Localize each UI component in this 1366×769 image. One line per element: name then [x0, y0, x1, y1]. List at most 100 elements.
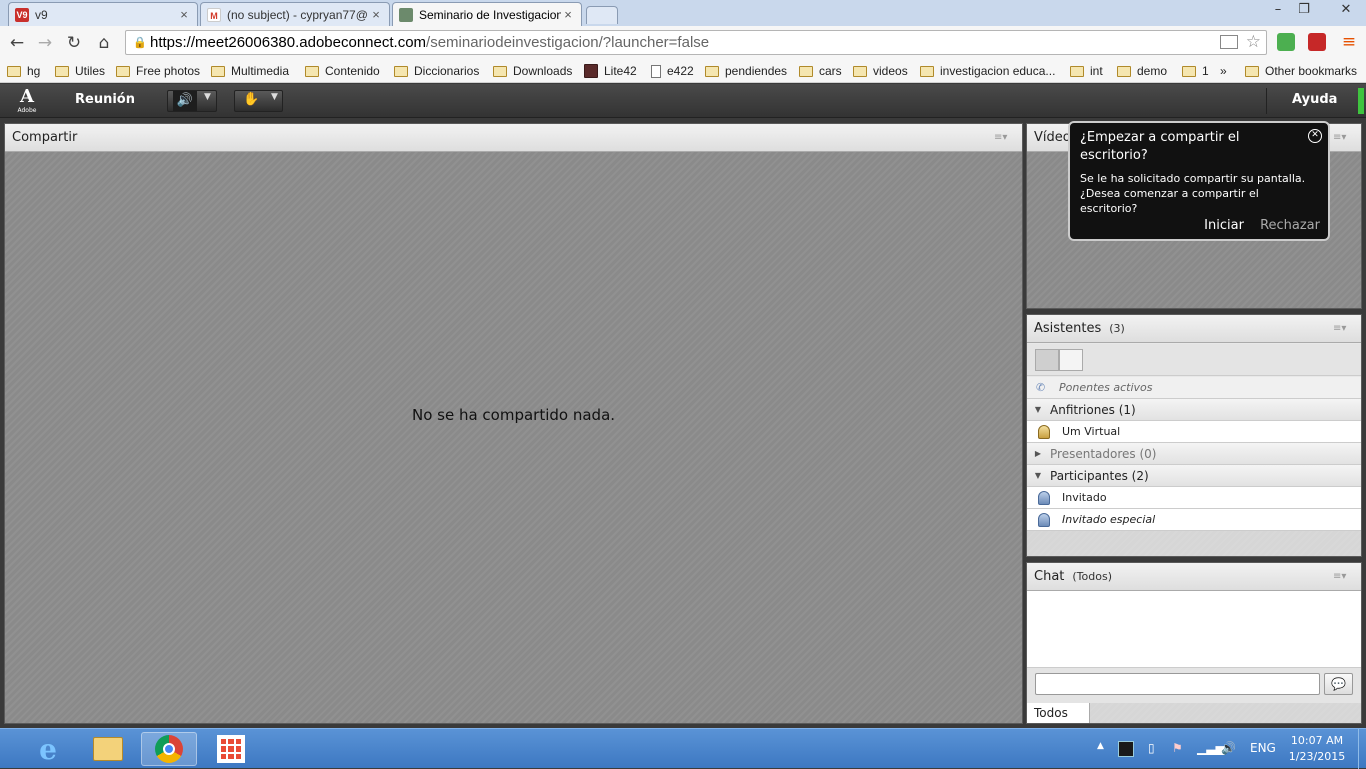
pod-options-icon[interactable]: ≡▾: [1333, 572, 1349, 582]
attendee-row[interactable]: Invitado especial: [1027, 509, 1361, 531]
list-view-icon[interactable]: [1035, 349, 1059, 371]
cast-icon[interactable]: [1220, 35, 1238, 49]
show-desktop-button[interactable]: [1358, 729, 1366, 769]
browser-tab-v9[interactable]: V9 v9 ×: [8, 2, 198, 26]
bookmark-contenido[interactable]: Contenido: [305, 63, 380, 79]
minimize-window-icon[interactable]: –: [1265, 2, 1291, 20]
video-pod-title: Vídeo: [1034, 130, 1071, 145]
help-menu[interactable]: Ayuda: [1292, 92, 1337, 107]
volume-icon[interactable]: 🔊: [1221, 741, 1236, 755]
chat-scope: (Todos): [1072, 570, 1112, 583]
hosts-group-row[interactable]: ▼ Anfitriones (1): [1027, 399, 1361, 421]
speaker-icon: 🔊: [173, 91, 197, 111]
bookmark-label: 1: [1202, 64, 1209, 78]
pod-options-icon[interactable]: ≡▾: [1333, 324, 1349, 334]
share-desktop-prompt: ¿Empezar a compartir el escritorio? Se l…: [1068, 121, 1330, 241]
attendee-row[interactable]: Invitado: [1027, 487, 1361, 509]
chrome-menu-icon[interactable]: ≡: [1340, 33, 1358, 51]
attendee-row[interactable]: Um Virtual: [1027, 421, 1361, 443]
bookmarks-overflow[interactable]: »: [1220, 63, 1227, 79]
chat-message-input[interactable]: [1035, 673, 1320, 695]
back-arrow-icon[interactable]: ←: [6, 32, 28, 54]
chat-tab-all[interactable]: Todos: [1027, 703, 1090, 723]
power-icon[interactable]: ▯: [1148, 741, 1155, 755]
bookmark-demo[interactable]: demo: [1117, 63, 1167, 79]
browser-tab-seminario[interactable]: Seminario de Investigacion ×: [392, 2, 582, 26]
internet-explorer-taskbar-button[interactable]: e: [20, 732, 76, 766]
internet-explorer-icon: e: [39, 732, 57, 766]
address-bar[interactable]: 🔒 https://meet26006380.adobeconnect.com /…: [125, 30, 1267, 55]
bookmark-investigacion[interactable]: investigacion educa...: [920, 63, 1055, 79]
bookmark-lite42[interactable]: Lite42: [584, 63, 637, 79]
participant-user-icon: [1038, 490, 1050, 505]
participants-group-row[interactable]: ▼ Participantes (2): [1027, 465, 1361, 487]
chrome-taskbar-button[interactable]: [141, 732, 197, 766]
browser-tab-strip: V9 v9 × M (no subject) - cypryan77@ × Se…: [0, 0, 1366, 26]
attendees-count: (3): [1109, 322, 1125, 335]
red-extension-icon[interactable]: [1308, 33, 1326, 51]
action-center-icon[interactable]: ⚑: [1172, 741, 1183, 755]
bookmark-label: videos: [873, 64, 908, 78]
tray-app-icon[interactable]: [1118, 741, 1134, 757]
reload-icon[interactable]: ↻: [63, 32, 85, 54]
taskbar-clock[interactable]: 10:07 AM 1/23/2015: [1286, 733, 1348, 765]
chat-pod-header: Chat (Todos) ≡▾: [1027, 563, 1361, 591]
maximize-window-icon[interactable]: ❐: [1291, 2, 1317, 20]
pod-options-icon[interactable]: ≡▾: [994, 133, 1010, 143]
home-icon[interactable]: ⌂: [93, 32, 115, 54]
chat-send-button[interactable]: 💬: [1324, 673, 1353, 695]
presenters-group-label: Presentadores (0): [1050, 446, 1157, 461]
show-hidden-icons-icon[interactable]: ▲: [1097, 741, 1104, 751]
bookmark-downloads[interactable]: Downloads: [493, 63, 572, 79]
printer-extension-icon[interactable]: [1277, 33, 1295, 51]
new-tab-button[interactable]: [586, 6, 618, 24]
bookmark-pendiendes[interactable]: pendiendes: [705, 63, 787, 79]
file-explorer-taskbar-button[interactable]: [80, 732, 136, 766]
forward-arrow-icon[interactable]: →: [34, 32, 56, 54]
bookmark-e422[interactable]: e422: [651, 63, 694, 79]
expanded-triangle-icon[interactable]: ▼: [1033, 471, 1043, 480]
bookmark-diccionarios[interactable]: Diccionarios: [394, 63, 479, 79]
attendee-name: Um Virtual: [1062, 425, 1121, 438]
bookmark-free-photos[interactable]: Free photos: [116, 63, 200, 79]
bookmark-videos[interactable]: videos: [853, 63, 908, 79]
collapsed-triangle-icon[interactable]: ▶: [1033, 449, 1043, 458]
chat-pod-title: Chat: [1034, 569, 1065, 584]
chat-tab-strip-filler: [1090, 703, 1361, 723]
status-view-icon[interactable]: [1059, 349, 1083, 371]
meeting-menu[interactable]: Reunión: [75, 92, 135, 107]
bookmark-hg[interactable]: hg: [7, 63, 40, 79]
presenters-group-row[interactable]: ▶ Presentadores (0): [1027, 443, 1361, 465]
bookmark-1[interactable]: 1: [1182, 63, 1209, 79]
adobe-logo-label: Adobe: [17, 107, 37, 114]
browser-tab-gmail[interactable]: M (no subject) - cypryan77@ ×: [200, 2, 390, 26]
bookmark-utiles[interactable]: Utiles: [55, 63, 105, 79]
bookmark-int[interactable]: int: [1070, 63, 1103, 79]
speaker-control-button[interactable]: 🔊 ▼: [167, 90, 217, 112]
bookmark-multimedia[interactable]: Multimedia: [211, 63, 289, 79]
close-tab-icon[interactable]: ×: [177, 7, 191, 22]
chevron-down-icon[interactable]: ▼: [204, 92, 211, 102]
prompt-actions: Iniciar Rechazar: [1192, 218, 1320, 233]
attendees-pod-header: Asistentes (3) ≡▾: [1027, 315, 1361, 343]
close-prompt-icon[interactable]: ✕: [1308, 129, 1322, 143]
speech-bubble-icon: 💬: [1331, 677, 1346, 691]
v9-favicon-icon: V9: [15, 7, 29, 22]
decline-sharing-button[interactable]: Rechazar: [1260, 218, 1320, 233]
close-tab-icon[interactable]: ×: [369, 7, 383, 22]
pod-options-icon[interactable]: ≡▾: [1333, 133, 1349, 143]
folder-icon: [1070, 65, 1084, 77]
language-indicator[interactable]: ENG: [1250, 741, 1276, 755]
attendee-name: Invitado especial: [1062, 513, 1156, 526]
close-window-icon[interactable]: ✕: [1328, 2, 1364, 20]
start-sharing-button[interactable]: Iniciar: [1204, 218, 1244, 233]
bookmark-cars[interactable]: cars: [799, 63, 842, 79]
other-bookmarks[interactable]: Other bookmarks: [1245, 63, 1357, 79]
bookmark-star-icon[interactable]: ☆: [1246, 32, 1261, 52]
close-tab-icon[interactable]: ×: [561, 7, 575, 22]
apps-taskbar-button[interactable]: [203, 732, 259, 766]
status-control-button[interactable]: ✋ ▼: [234, 90, 283, 112]
expanded-triangle-icon[interactable]: ▼: [1033, 405, 1043, 414]
chevron-down-icon[interactable]: ▼: [271, 92, 278, 102]
raise-hand-icon: ✋: [243, 92, 260, 107]
